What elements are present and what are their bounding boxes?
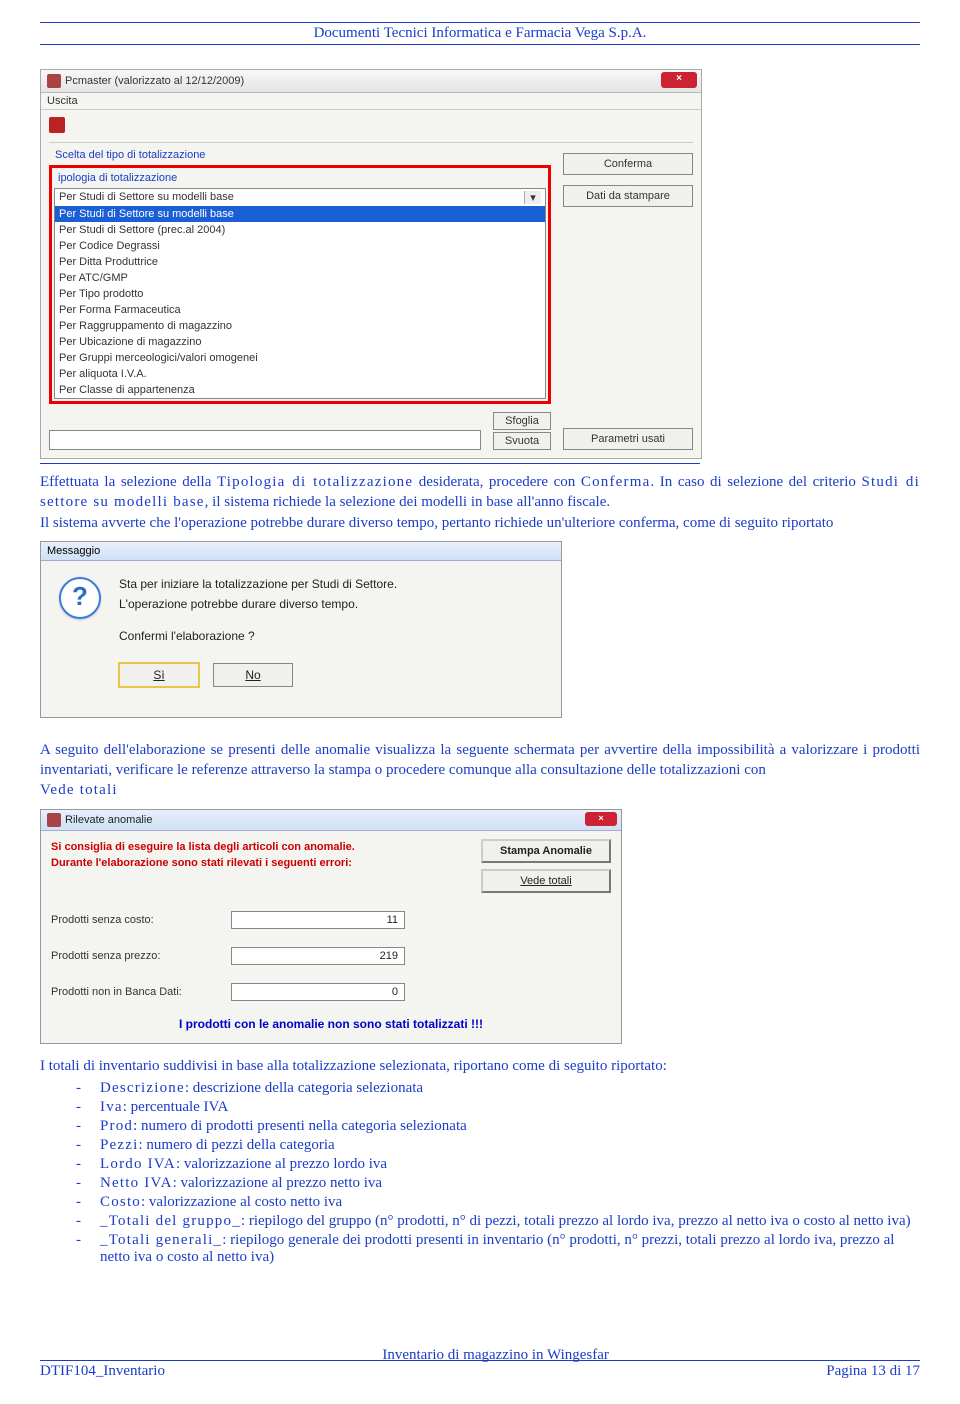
row-value: 219 [231, 947, 405, 965]
dialog-text: Sta per iniziare la totalizzazione per S… [119, 577, 397, 699]
option[interactable]: Per ATC/GMP [55, 270, 545, 286]
dati-stampare-button[interactable]: Dati da stampare [563, 185, 693, 207]
footer-center: Inventario di magazzino in Wingesfar [165, 1347, 826, 1364]
row-label: Prodotti senza costo: [51, 914, 231, 926]
header-title: Documenti Tecnici Informatica e Farmacia… [40, 25, 920, 42]
field-list: -Descrizione: descrizione della categori… [76, 1080, 920, 1266]
dialog-titlebar: Rilevate anomalie × [41, 810, 621, 831]
anomalie-dialog: Rilevate anomalie × Si consiglia di eseg… [40, 809, 622, 1044]
window-title: Pcmaster (valorizzato al 12/12/2009) [65, 75, 244, 87]
menu-uscita[interactable]: Uscita [41, 93, 701, 110]
row-value: 0 [231, 983, 405, 1001]
parametri-button[interactable]: Parametri usati [563, 428, 693, 450]
close-icon[interactable]: × [585, 812, 617, 826]
footer-right: Pagina 13 di 17 [826, 1363, 920, 1380]
question-icon: ? [59, 577, 101, 619]
option[interactable]: Per Ditta Produttrice [55, 254, 545, 270]
pcmaster-window: Pcmaster (valorizzato al 12/12/2009) × U… [40, 69, 702, 459]
dialog-title: Rilevate anomalie [65, 814, 152, 826]
row-label: Prodotti non in Banca Dati: [51, 986, 231, 998]
page-footer: DTIF104_Inventario Inventario di magazzi… [40, 1358, 920, 1380]
option[interactable]: Per Forma Farmaceutica [55, 302, 545, 318]
warning-text: I prodotti con le anomalie non sono stat… [51, 1017, 611, 1031]
vede-totali-button[interactable]: Vede totali [481, 869, 611, 893]
chevron-down-icon[interactable]: ▾ [524, 191, 541, 204]
footer-left: DTIF104_Inventario [40, 1363, 165, 1380]
option[interactable]: Per Tipo prodotto [55, 286, 545, 302]
toolbar-icon[interactable] [49, 117, 65, 133]
no-button[interactable]: No [213, 663, 293, 687]
app-icon [47, 74, 61, 88]
option[interactable]: Per Raggruppamento di magazzino [55, 318, 545, 334]
page-header: Documenti Tecnici Informatica e Farmacia… [40, 22, 920, 45]
option[interactable]: Per Studi di Settore (prec.al 2004) [55, 222, 545, 238]
row-label: Prodotti senza prezzo: [51, 950, 231, 962]
option[interactable]: Per Codice Degrassi [55, 238, 545, 254]
option[interactable]: Per Ubicazione di magazzino [55, 334, 545, 350]
option[interactable]: Per Studi di Settore su modelli base▾ [55, 189, 545, 206]
tipologia-select[interactable]: Per Studi di Settore su modelli base▾ Pe… [54, 188, 546, 399]
file-input[interactable] [49, 430, 481, 450]
paragraph-3: I totali di inventario suddivisi in base… [40, 1056, 920, 1076]
stampa-anomalie-button[interactable]: Stampa Anomalie [481, 839, 611, 863]
paragraph-1: Effettuata la selezione della Tipologia … [40, 472, 920, 533]
dialog-title: Messaggio [41, 542, 561, 561]
option[interactable]: Per Gruppi merceologici/valori omogenei [55, 350, 545, 366]
combo-label: ipologia di totalizzazione [54, 170, 546, 188]
si-button[interactable]: Sì [119, 663, 199, 687]
app-icon [47, 813, 61, 827]
row-value: 11 [231, 911, 405, 929]
option[interactable]: Per aliquota I.V.A. [55, 366, 545, 382]
toolbar [49, 114, 693, 143]
option[interactable]: Per Classe di appartenenza [55, 382, 545, 398]
option-selected[interactable]: Per Studi di Settore su modelli base [55, 206, 545, 222]
group-label: Scelta del tipo di totalizzazione [49, 149, 551, 165]
paragraph-2: A seguito dell'elaborazione se presenti … [40, 740, 920, 801]
message-dialog: Messaggio ? Sta per iniziare la totalizz… [40, 541, 562, 718]
conferma-button[interactable]: Conferma [563, 153, 693, 175]
anomalie-message: Si consiglia di eseguire la lista degli … [51, 839, 471, 893]
highlighted-area: ipologia di totalizzazione Per Studi di … [49, 165, 551, 404]
window-titlebar: Pcmaster (valorizzato al 12/12/2009) × [41, 70, 701, 93]
sfoglia-button[interactable]: Sfoglia [493, 412, 551, 430]
close-icon[interactable]: × [661, 72, 697, 88]
svuota-button[interactable]: Svuota [493, 432, 551, 450]
